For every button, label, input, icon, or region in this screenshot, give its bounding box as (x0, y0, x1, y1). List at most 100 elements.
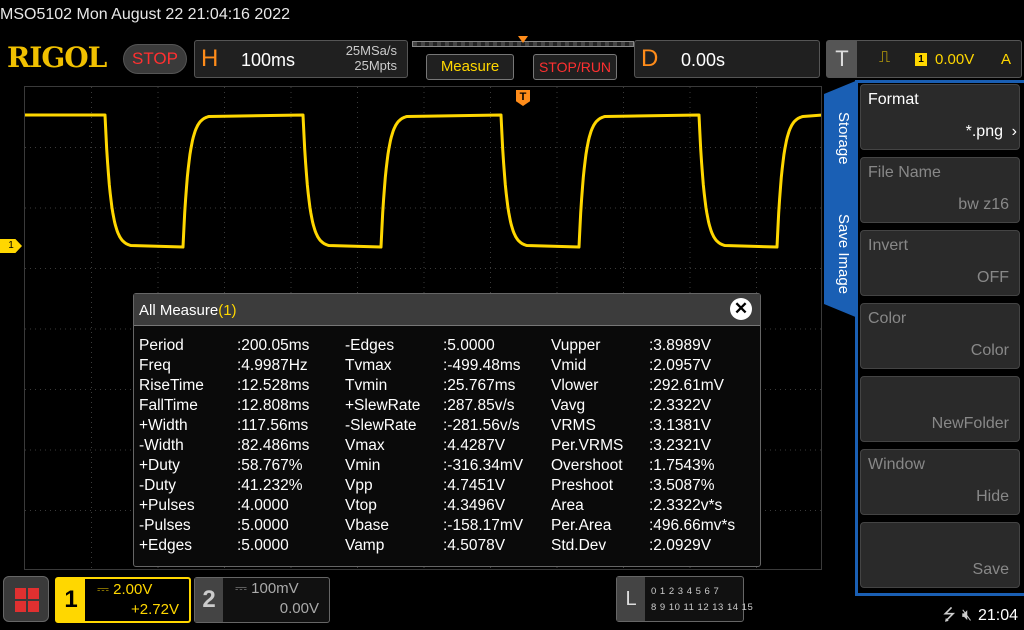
measure-values-col-2: :5.0000 :-499.48ms :25.767ms :287.85v/s :-28… (443, 336, 523, 556)
top-bar: RIGOL STOP H 100ms 25MSa/s 25Mpts Measur… (0, 34, 1024, 82)
softkey-title: Color (868, 310, 907, 327)
measure-name: Vpp (345, 477, 373, 494)
measure-name: Tvmax (345, 357, 392, 374)
measure-name: Overshoot (551, 457, 623, 474)
measure-value: :-281.56v/s (443, 417, 520, 434)
measure-name: Vmin (345, 457, 381, 474)
softkey-title: Format (868, 91, 919, 108)
trigger-label: T (827, 41, 857, 77)
channel-1-number: 1 (57, 579, 85, 621)
all-measure-panel: All Measure(1) ✕ Period Freq RiseTime FallT… (133, 293, 761, 567)
tab-storage[interactable]: Storage (830, 112, 852, 165)
measure-value: :5.0000 (443, 337, 495, 354)
status-area: ⭍ 🔇︎ 21:04 (943, 604, 1018, 630)
measure-name: FallTime (139, 397, 198, 414)
measure-value: :1.7543% (649, 457, 715, 474)
channel-1-marker[interactable]: 1 (0, 239, 22, 253)
measure-name: Std.Dev (551, 537, 607, 554)
measure-name: RiseTime (139, 377, 204, 394)
softkey-title: Invert (868, 237, 909, 254)
timebase-value: 100ms (241, 50, 296, 70)
measure-value: :12.528ms (237, 377, 310, 394)
memory-depth: 25Mpts (354, 58, 397, 73)
digital-channels-panel[interactable]: L 0 1 2 3 4 5 6 7 8 9 10 11 12 13 14 15 (616, 576, 753, 622)
digital-row-2: 8 9 10 11 12 13 14 15 (651, 602, 754, 613)
measure-value: :200.05ms (237, 337, 310, 354)
measure-name: Period (139, 337, 184, 354)
softkey-2[interactable]: File Name bw z16 (860, 157, 1020, 223)
side-menu-tab[interactable]: Storage Save Image (824, 80, 858, 318)
stop-run-button[interactable]: STOP/RUN (533, 54, 617, 80)
measure-value: :3.1381V (649, 417, 712, 434)
softkey-title: File Name (868, 164, 941, 181)
measure-value: :292.61mV (649, 377, 724, 394)
channel-2-offset: 0.00V (279, 600, 319, 617)
measure-panel-title: All Measure(1) (139, 302, 237, 319)
measure-value: :82.486ms (237, 437, 310, 454)
softkey-1[interactable]: Format *.png › (860, 84, 1020, 150)
trigger-source: 1 (915, 53, 927, 66)
delay-label: D (641, 45, 659, 72)
memory-position-bar[interactable] (412, 36, 634, 48)
measure-value: :496.66mv*s (649, 517, 736, 534)
measure-name: Tvmin (345, 377, 388, 394)
measure-button[interactable]: Measure (426, 54, 514, 80)
softkey-title: Window (868, 456, 925, 473)
measure-value: :-499.48ms (443, 357, 521, 374)
digital-label: L (617, 577, 645, 621)
measure-value: :12.808ms (237, 397, 310, 414)
softkey-value: Color (970, 342, 1009, 359)
tab-save-image[interactable]: Save Image (830, 214, 852, 294)
measure-name: +Edges (139, 537, 193, 554)
sample-rate: 25MSa/s (345, 43, 397, 58)
measure-value: :4.9987Hz (237, 357, 308, 374)
measure-value: :287.85v/s (443, 397, 515, 414)
measure-value: :25.767ms (443, 377, 516, 394)
measure-name: Vupper (551, 337, 601, 354)
measure-value: :2.0929V (649, 537, 712, 554)
measure-name: Vmid (551, 357, 587, 374)
channel-2-panel[interactable]: 2 ⎓ 100mV 0.00V (194, 577, 330, 623)
measure-name: +Width (139, 417, 188, 434)
home-button[interactable] (3, 576, 49, 622)
softkey-value: OFF (977, 269, 1009, 286)
softkey-3[interactable]: Invert OFF (860, 230, 1020, 296)
measure-name: +Duty (139, 457, 180, 474)
measure-title-text: All Measure (139, 302, 219, 319)
run-state-button[interactable]: STOP (123, 44, 187, 74)
softkey-4[interactable]: Color Color (860, 303, 1020, 369)
measure-name: Vmax (345, 437, 385, 454)
bottom-bar: 1 ⎓ 2.00V +2.72V 2 ⎓ 100mV 0.00V L 0 1 2… (0, 574, 1024, 630)
measure-name: Preshoot (551, 477, 614, 494)
measure-names-col-3: Vupper Vmid Vlower Vavg VRMS Per.VRMS Overshoo… (551, 336, 623, 556)
softkey-6[interactable]: Window Hide (860, 449, 1020, 515)
measure-name: Freq (139, 357, 171, 374)
measure-value: :3.8989V (649, 337, 712, 354)
measure-name: Per.VRMS (551, 437, 624, 454)
trigger-position-marker (518, 36, 528, 43)
channel-2-scale: ⎓ 100mV (235, 580, 299, 597)
rigol-logo: RIGOL (7, 41, 107, 74)
rising-edge-icon: ⎍ (879, 49, 891, 66)
horizontal-panel[interactable]: H 100ms 25MSa/s 25Mpts (194, 40, 408, 78)
channel-1-scale: ⎓ 2.00V (97, 581, 153, 598)
softkey-5[interactable]: NewFolder (860, 376, 1020, 442)
measure-value: :2.0957V (649, 357, 712, 374)
measure-name: +Pulses (139, 497, 195, 514)
digital-row-1: 0 1 2 3 4 5 6 7 (651, 586, 720, 597)
measure-value: :3.5087% (649, 477, 715, 494)
softkey-value: bw z16 (958, 196, 1009, 213)
measure-channel: (1) (218, 302, 237, 319)
measure-value: :2.3322V (649, 397, 712, 414)
speaker-muted-icon[interactable]: 🔇︎ (962, 607, 972, 624)
measure-name: Vbase (345, 517, 389, 534)
channel-1-panel[interactable]: 1 ⎓ 2.00V +2.72V (55, 577, 191, 623)
channel-1-offset: +2.72V (131, 601, 179, 618)
delay-panel[interactable]: D 0.00s (634, 40, 820, 78)
close-icon[interactable]: ✕ (730, 298, 752, 320)
title-bar: MSO5102 Mon August 22 21:04:16 2022 (0, 0, 1024, 32)
trigger-mode: A (1001, 51, 1012, 68)
trigger-panel[interactable]: T ⎍ 1 0.00V A (826, 40, 1022, 78)
measure-name: Area (551, 497, 584, 514)
measure-name: -Duty (139, 477, 177, 494)
